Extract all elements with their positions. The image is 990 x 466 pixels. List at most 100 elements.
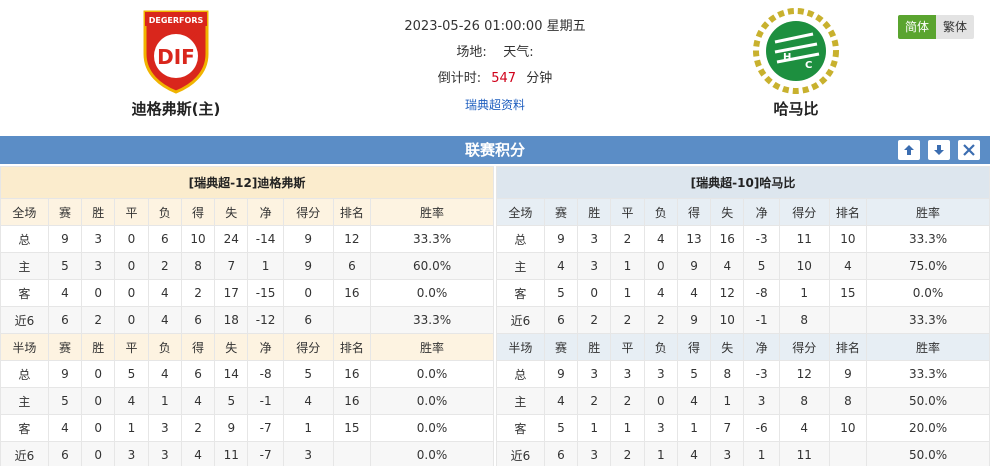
column-header: 负	[147, 198, 182, 226]
column-header: 平	[114, 333, 149, 361]
stat-cell: 3	[577, 225, 612, 253]
stat-cell: 10	[710, 306, 745, 334]
stat-cell: 0	[643, 252, 678, 280]
stat-cell: 5	[543, 279, 579, 307]
league-link[interactable]: 瑞典超资料	[330, 92, 660, 118]
full-header-row: 全场赛胜平负得失净得分 排名 胜率	[496, 198, 990, 226]
move-down-button[interactable]	[928, 140, 950, 160]
row-label: 近6	[0, 306, 49, 334]
stat-cell: 3	[147, 441, 182, 466]
stat-cell: 3	[577, 252, 612, 280]
column-header: 失	[214, 198, 249, 226]
stat-cell: 4	[47, 414, 83, 442]
stat-cell: 9	[543, 225, 579, 253]
stat-cell: 4	[676, 441, 712, 466]
stat-cell: 2	[610, 441, 645, 466]
stat-cell: 7	[214, 252, 249, 280]
stat-cell: 0	[114, 306, 149, 334]
stat-cell: 0	[114, 252, 149, 280]
stat-cell: 10	[778, 252, 830, 280]
stat-cell: 4	[180, 441, 216, 466]
stat-cell: 3	[743, 387, 780, 415]
stat-cell	[828, 441, 868, 466]
column-header: 胜率	[370, 198, 494, 226]
countdown-value: 547	[491, 71, 517, 86]
stat-cell: 2	[81, 306, 116, 334]
half-header-row: 半场赛胜平负得失净得分 排名 胜率	[0, 333, 494, 361]
column-header: 平	[610, 198, 645, 226]
row-label: 主	[496, 252, 545, 280]
stat-cell: -3	[743, 360, 780, 388]
svg-text:C: C	[805, 60, 812, 71]
stat-cell: 50.0%	[866, 387, 990, 415]
stat-cell: -14	[247, 225, 284, 253]
stat-cell: -1	[743, 306, 780, 334]
stat-cell: 3	[81, 225, 116, 253]
home-team-logo[interactable]: DEGERFORS DIF	[133, 8, 219, 94]
stat-cell: 9	[47, 360, 83, 388]
move-up-button[interactable]	[898, 140, 920, 160]
stat-cell: 1	[610, 252, 645, 280]
column-header: 半场	[496, 333, 545, 361]
away-team-name[interactable]: 哈马比	[696, 98, 896, 119]
home-standings-table: [瑞典超-12]迪格弗斯 全场赛胜平负得失净得分 排名 胜率总 9 3 0 6 10 24 -14 9…	[0, 166, 494, 466]
standings-row: 总 9 0 5 4 6 14 -8 5 16 0.0%	[0, 360, 494, 388]
away-team: H C 哈马比	[696, 8, 896, 119]
stat-cell: 11	[778, 225, 830, 253]
column-header: 净	[743, 333, 780, 361]
close-section-button[interactable]	[958, 140, 980, 160]
stat-cell: 14	[214, 360, 249, 388]
away-standings-table: [瑞典超-10]哈马比 全场赛胜平负得失净得分 排名 胜率总 9 3 2 4 13 16 -3 11 1…	[496, 166, 990, 466]
stat-cell: 0	[114, 225, 149, 253]
traditional-chinese-button[interactable]: 繁体	[935, 15, 974, 39]
standings-title-row: [瑞典超-10]哈马比	[496, 166, 990, 199]
stat-cell: 1	[577, 414, 612, 442]
stat-cell: 1	[778, 279, 830, 307]
stat-cell: 33.3%	[866, 306, 990, 334]
stat-cell: 2	[610, 387, 645, 415]
stat-cell: 9	[282, 225, 334, 253]
close-icon	[963, 144, 975, 156]
column-header: 赛	[543, 333, 579, 361]
stat-cell: 9	[828, 360, 868, 388]
standings-row: 客 4 0 1 3 2 9 -7 1 15 0.0%	[0, 414, 494, 442]
standings-row: 主 5 3 0 2 8 7 1 9 6 60.0%	[0, 252, 494, 280]
stat-cell: 6	[47, 306, 83, 334]
column-header: 半场	[0, 333, 49, 361]
stat-cell: 4	[643, 279, 678, 307]
column-header: 胜	[577, 198, 612, 226]
column-header: 负	[643, 333, 678, 361]
stat-cell: 0.0%	[866, 279, 990, 307]
stat-cell: 1	[147, 387, 182, 415]
stat-cell: 1	[643, 441, 678, 466]
stat-cell: 0.0%	[370, 279, 494, 307]
stat-cell: 4	[147, 279, 182, 307]
stat-cell: 13	[676, 225, 712, 253]
standings-row: 近6 6 2 2 2 9 10 -1 8 33.3%	[496, 306, 990, 334]
section-title: 联赛积分	[464, 141, 525, 159]
simplified-chinese-button[interactable]: 简体	[897, 15, 936, 39]
column-header: 得分	[778, 333, 830, 361]
standings-row: 客 5 0 1 4 4 12 -8 1 15 0.0%	[496, 279, 990, 307]
venue-label: 场地:	[456, 45, 487, 60]
column-header: 得	[676, 198, 712, 226]
stat-cell: 1	[247, 252, 284, 280]
home-team-name[interactable]: 迪格弗斯(主)	[76, 98, 276, 119]
column-header: 胜	[81, 333, 116, 361]
standings-row: 总 9 3 2 4 13 16 -3 11 10 33.3%	[496, 225, 990, 253]
match-info: 2023-05-26 01:00:00 星期五 场地: 天气: 倒计时: 547…	[330, 14, 660, 118]
stat-cell: 6	[543, 306, 579, 334]
row-label: 总	[0, 225, 49, 253]
stat-cell: 0	[81, 414, 116, 442]
row-label: 客	[0, 279, 49, 307]
stat-cell: 1	[610, 414, 645, 442]
column-header: 净	[247, 333, 284, 361]
stat-cell: 0	[81, 360, 116, 388]
arrow-up-icon	[904, 145, 914, 155]
away-team-logo[interactable]: H C	[753, 8, 839, 94]
stat-cell: -8	[247, 360, 284, 388]
stat-cell: -15	[247, 279, 284, 307]
stat-cell: 10	[828, 414, 868, 442]
stat-cell: 9	[47, 225, 83, 253]
row-label: 近6	[0, 441, 49, 466]
